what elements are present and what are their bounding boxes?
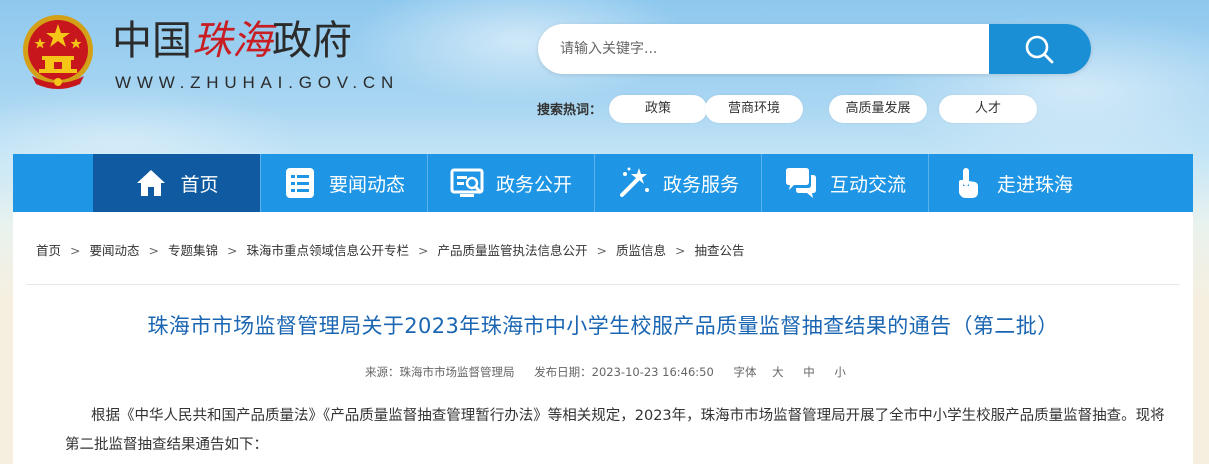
nav-label-news: 要闻动态: [328, 173, 405, 196]
nav-label-open-affairs: 政务公开: [495, 173, 572, 196]
nav-item-interaction[interactable]: 互动交流: [762, 154, 928, 212]
nav-item-services[interactable]: 政务服务: [595, 154, 761, 212]
article-paragraph: 根据《中华人民共和国产品质量法》《产品质量监督抽查管理暂行办法》等相关规定，20…: [65, 408, 1165, 453]
divider: [26, 284, 1180, 285]
hot-tag-policy[interactable]: 政策: [609, 95, 707, 123]
hand-pointer-icon: [951, 166, 985, 200]
service-tools-icon: [617, 166, 651, 200]
breadcrumb-spot-check[interactable]: 抽查公告: [695, 243, 745, 258]
hot-tag-high-quality-development[interactable]: 高质量发展: [829, 95, 927, 123]
font-size-label: 字体: [733, 365, 757, 379]
news-list-icon: [283, 166, 317, 200]
hot-tag-business-environment[interactable]: 营商环境: [705, 95, 803, 123]
nav-item-home[interactable]: 首页: [93, 154, 260, 212]
open-affairs-icon: [450, 166, 484, 200]
article-title: 珠海市市场监督管理局关于2023年珠海市中小学生校服产品质量监督抽查结果的通告（…: [147, 314, 1059, 338]
logo-text-part1: 中国: [112, 18, 192, 64]
breadcrumb-key-disclosure[interactable]: 珠海市重点领域信息公开专栏: [247, 243, 410, 258]
breadcrumb-news[interactable]: 要闻动态: [90, 243, 140, 258]
hot-words-label: 搜索热词：: [537, 103, 603, 118]
content-panel: 首页 > 要闻动态 > 专题集锦 > 珠海市重点领域信息公开专栏 > 产品质量监管执法信息公开 >…: [13, 212, 1193, 464]
logo-text-zhuhai: 珠海: [192, 18, 272, 64]
nav-item-open-affairs[interactable]: 政务公开: [428, 154, 594, 212]
breadcrumb: 首页 > 要闻动态 > 专题集锦 > 珠海市重点领域信息公开专栏 > 产品质量监管执法信息公开 >…: [36, 243, 745, 258]
search-bar: [538, 24, 1091, 74]
site-logo[interactable]: 中国珠海政府: [112, 16, 352, 66]
hot-tag-talent[interactable]: 人才: [939, 95, 1037, 123]
article-source: 来源：珠海市市场监督管理局: [365, 365, 515, 379]
search-input[interactable]: [538, 24, 978, 74]
search-icon: [1025, 35, 1054, 64]
font-size-medium-button[interactable]: 中: [803, 365, 815, 379]
site-url: WWW.ZHUHAI.GOV.CN: [115, 73, 400, 92]
article-date: 发布日期：2023-10-23 16:46:50: [534, 365, 714, 379]
nav-item-news[interactable]: 要闻动态: [261, 154, 427, 212]
nav-label-interaction: 互动交流: [829, 173, 906, 196]
breadcrumb-quality-enforcement[interactable]: 产品质量监管执法信息公开: [438, 243, 588, 258]
home-icon: [134, 166, 168, 200]
breadcrumb-home[interactable]: 首页: [36, 243, 61, 258]
main-nav: 首页 要闻动态 政务公开 政务服务 互动交流 走进珠海: [13, 154, 1193, 212]
breadcrumb-quality-info[interactable]: 质监信息: [616, 243, 666, 258]
font-size-small-button[interactable]: 小: [834, 365, 846, 379]
search-button[interactable]: [989, 24, 1091, 74]
nav-item-about-zhuhai[interactable]: 走进珠海: [929, 154, 1095, 212]
breadcrumb-topics[interactable]: 专题集锦: [168, 243, 218, 258]
article-meta: 来源：珠海市市场监督管理局 发布日期：2023-10-23 16:46:50 字…: [365, 364, 854, 380]
national-emblem-icon: [18, 12, 98, 94]
nav-label-home: 首页: [180, 173, 219, 196]
nav-label-about-zhuhai: 走进珠海: [996, 173, 1073, 196]
nav-label-services: 政务服务: [662, 173, 739, 196]
font-size-large-button[interactable]: 大: [772, 365, 784, 379]
logo-text-part3: 政府: [272, 18, 352, 64]
chat-bubbles-icon: [784, 166, 818, 200]
